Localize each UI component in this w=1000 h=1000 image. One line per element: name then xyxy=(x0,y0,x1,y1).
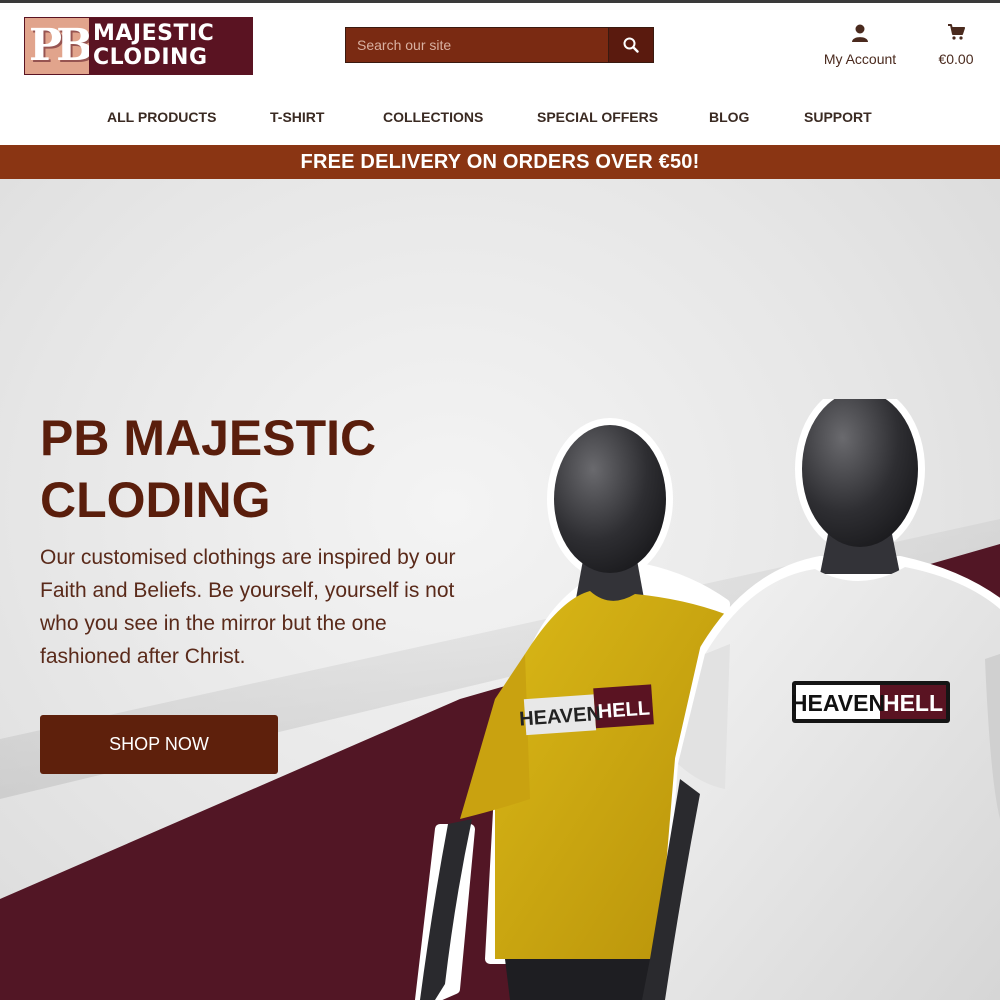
search-icon xyxy=(623,37,639,53)
nav-collections[interactable]: COLLECTIONS xyxy=(383,109,483,125)
cart-total: €0.00 xyxy=(938,51,974,67)
svg-text:HELL: HELL xyxy=(883,690,943,716)
site-logo[interactable]: PB PB MAJESTIC CLODING xyxy=(24,17,253,75)
heaven-hell-print-white: HEAVEN HELL xyxy=(791,681,950,723)
promo-text: FREE DELIVERY ON ORDERS OVER €50! xyxy=(300,150,700,173)
logo-wordmark: MAJESTIC CLODING xyxy=(89,18,252,74)
nav-blog[interactable]: BLOG xyxy=(709,109,749,125)
hero-title-line-2: CLODING xyxy=(40,472,271,528)
cart-link[interactable]: €0.00 xyxy=(930,23,982,67)
nav-special-offers[interactable]: SPECIAL OFFERS xyxy=(537,109,658,125)
search-input[interactable] xyxy=(346,28,608,62)
hero-product-image: HEAVEN HELL HEAVEN HELL xyxy=(415,399,1000,1000)
promo-banner: FREE DELIVERY ON ORDERS OVER €50! xyxy=(0,145,1000,179)
search-button[interactable] xyxy=(608,28,653,62)
logo-line-1: MAJESTIC xyxy=(93,21,215,46)
main-nav: ALL PRODUCTS T-SHIRT COLLECTIONS SPECIAL… xyxy=(0,109,1000,137)
hero-title-line-1: PB MAJESTIC xyxy=(40,410,377,466)
svg-text:HELL: HELL xyxy=(597,697,651,723)
my-account-label: My Account xyxy=(823,51,897,67)
nav-t-shirt[interactable]: T-SHIRT xyxy=(270,109,324,125)
logo-monogram-text: PB xyxy=(29,20,89,71)
logo-line-2: CLODING xyxy=(93,45,208,70)
nav-support[interactable]: SUPPORT xyxy=(804,109,872,125)
search-bar xyxy=(345,27,654,63)
svg-text:HEAVEN: HEAVEN xyxy=(791,690,885,716)
white-tshirt-mannequin: HEAVEN HELL xyxy=(642,399,1000,1000)
logo-monogram: PB PB xyxy=(25,18,89,74)
user-icon xyxy=(814,23,906,45)
hero-section: PB MAJESTIC CLODING Our customised cloth… xyxy=(0,179,1000,1000)
shop-now-button[interactable]: SHOP NOW xyxy=(40,715,278,774)
nav-all-products[interactable]: ALL PRODUCTS xyxy=(107,109,216,125)
my-account-link[interactable]: My Account xyxy=(814,23,906,67)
cart-icon xyxy=(930,23,982,45)
site-header: PB PB MAJESTIC CLODING My Account xyxy=(0,3,1000,145)
